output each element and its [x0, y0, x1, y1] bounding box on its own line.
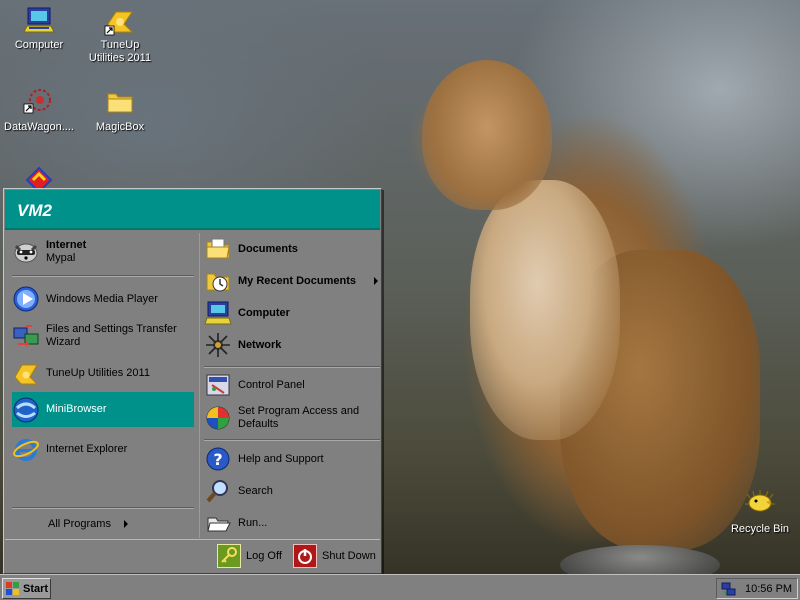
computer-icon: [23, 4, 55, 36]
datawagon-icon: [23, 86, 55, 118]
svg-text:?: ?: [213, 450, 222, 469]
power-icon: [293, 544, 317, 568]
minibrowser-icon: [12, 396, 40, 424]
menu-item-program-access-defaults[interactable]: Set Program Access and Defaults: [204, 401, 380, 435]
transfer-wizard-icon: [12, 322, 40, 350]
internet-explorer-icon: [12, 435, 40, 463]
menu-item-internet-explorer[interactable]: Internet Explorer: [12, 433, 194, 465]
pinned-internet[interactable]: Internet Mypal: [12, 235, 194, 269]
log-off-button[interactable]: Log Off: [217, 544, 282, 568]
start-menu-header: VM2: [5, 190, 380, 230]
folder-icon: [104, 86, 136, 118]
wallpaper-puma-head: [422, 60, 552, 210]
network-icon: [204, 331, 232, 359]
shut-down-button[interactable]: Shut Down: [293, 544, 376, 568]
separator: [12, 507, 194, 509]
tuneup-icon: [12, 359, 40, 387]
clock[interactable]: 10:56 PM: [745, 583, 792, 595]
menu-item-minibrowser[interactable]: MiniBrowser: [12, 392, 194, 427]
menu-item-computer[interactable]: Computer: [204, 299, 380, 327]
start-button[interactable]: Start: [2, 578, 51, 599]
menu-item-help-support[interactable]: ? Help and Support: [204, 445, 380, 473]
program-access-icon: [204, 404, 232, 432]
all-programs-button[interactable]: All Programs: [48, 514, 148, 534]
menu-item-control-panel[interactable]: Control Panel: [204, 371, 380, 399]
user-name: VM2: [17, 201, 52, 220]
menu-item-documents[interactable]: Documents: [204, 235, 380, 263]
documents-folder-icon: [204, 235, 232, 263]
separator: [12, 275, 194, 277]
system-tray: 10:56 PM: [716, 578, 798, 599]
menu-item-run[interactable]: Run...: [204, 509, 380, 537]
control-panel-icon: [204, 371, 232, 399]
menu-item-network[interactable]: Network: [204, 331, 380, 359]
pinned-internet-title: Internet: [46, 239, 87, 251]
separator: [204, 366, 380, 368]
desktop-icon-magicbox[interactable]: MagicBox: [82, 86, 158, 134]
wallpaper-rock: [560, 545, 720, 574]
search-icon: [204, 477, 232, 505]
taskbar: Start 10:56 PM: [0, 574, 800, 600]
network-tray-icon[interactable]: [721, 581, 737, 597]
start-menu-right-pane: Documents My Recent Documents Computer N…: [199, 233, 381, 538]
recent-documents-icon: [204, 267, 232, 295]
start-menu-footer: Log Off Shut Down: [5, 539, 380, 572]
desktop-icon-datawagon[interactable]: DataWagon....: [1, 86, 77, 134]
menu-item-tuneup-utilities[interactable]: TuneUp Utilities 2011: [12, 357, 194, 389]
desktop-icon-tuneup[interactable]: TuneUp Utilities 2011: [82, 4, 158, 65]
start-menu-left-pane: Internet Mypal Windows Media Player File…: [8, 233, 196, 538]
separator: [204, 439, 380, 441]
tuneup-icon: [104, 4, 136, 36]
arrow-right-icon: [374, 277, 378, 285]
windows-logo-icon: [6, 581, 20, 596]
desktop-icon-recycle-bin[interactable]: Recycle Bin: [722, 488, 798, 536]
raccoon-icon: [12, 238, 40, 266]
wallpaper-puma-chest: [470, 180, 620, 440]
menu-item-files-transfer-wizard[interactable]: Files and Settings Transfer Wizard: [12, 319, 194, 353]
run-icon: [204, 509, 232, 537]
computer-icon: [204, 299, 232, 327]
menu-item-windows-media-player[interactable]: Windows Media Player: [12, 283, 194, 315]
arrow-right-icon: [124, 520, 128, 528]
recycle-bin-icon: [744, 488, 776, 520]
pinned-internet-subtitle: Mypal: [46, 252, 76, 264]
desktop-icon-computer[interactable]: Computer: [1, 4, 77, 52]
start-menu: VM2 Internet Mypal Windows Media Player …: [3, 188, 382, 574]
menu-item-search[interactable]: Search: [204, 477, 380, 505]
key-icon: [217, 544, 241, 568]
help-icon: ?: [204, 445, 232, 473]
media-player-icon: [12, 285, 40, 313]
menu-item-recent-documents[interactable]: My Recent Documents: [204, 267, 380, 295]
